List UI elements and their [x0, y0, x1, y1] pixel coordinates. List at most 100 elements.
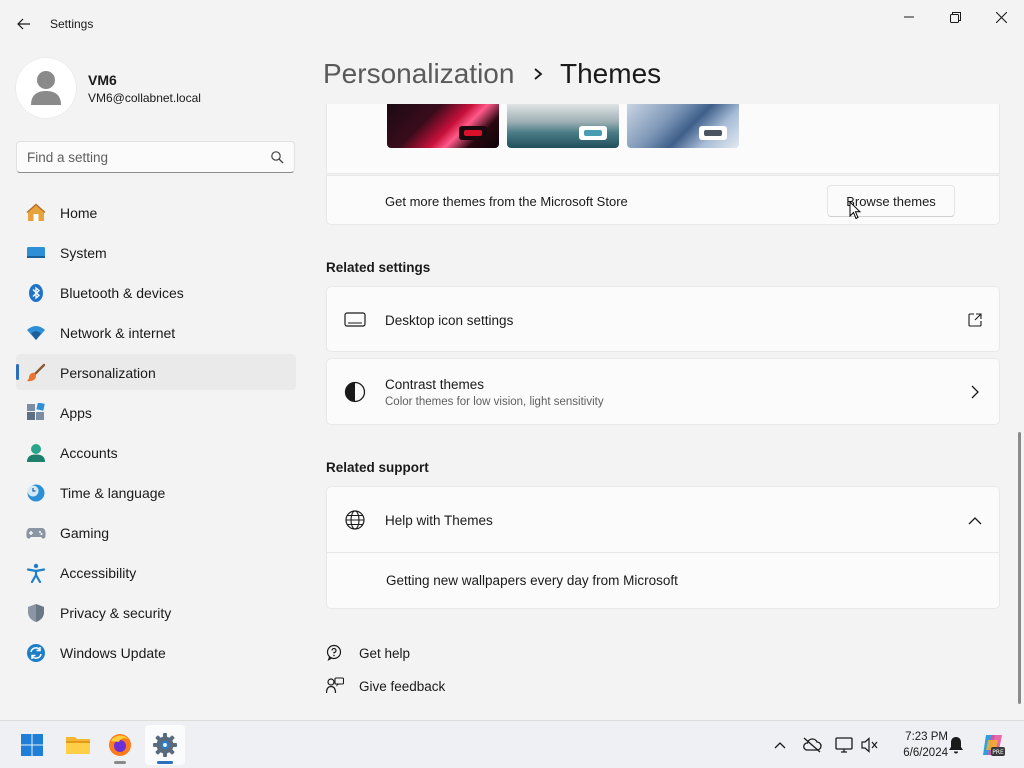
- active-indicator: [157, 761, 173, 764]
- firefox-button[interactable]: [100, 725, 140, 765]
- theme-thumbnail[interactable]: [387, 104, 499, 148]
- sidebar-item-label: Accessibility: [60, 565, 137, 581]
- sidebar-item-bluetooth[interactable]: Bluetooth & devices: [16, 274, 296, 310]
- clock-time: 7:23 PM: [905, 731, 948, 743]
- theme-taskbar-swatch: [459, 126, 487, 140]
- minimize-button[interactable]: [886, 4, 932, 30]
- svg-text:PRE: PRE: [992, 749, 1004, 756]
- contrast-themes-row[interactable]: Contrast themes Color themes for low vis…: [326, 358, 1000, 425]
- sidebar-item-label: System: [60, 245, 107, 261]
- cloud-offline-icon: [803, 737, 822, 753]
- speaker-muted-icon: [861, 737, 878, 753]
- section-title: Related settings: [326, 260, 431, 275]
- row-subtitle: Color themes for low vision, light sensi…: [385, 396, 604, 408]
- file-explorer-button[interactable]: [58, 725, 98, 765]
- clock-date: 6/6/2024: [903, 747, 948, 759]
- sidebar-item-accessibility[interactable]: Accessibility: [16, 554, 296, 590]
- sidebar-item-personalization[interactable]: Personalization: [16, 354, 296, 390]
- folder-icon: [66, 737, 90, 754]
- help-chat-icon: [326, 644, 342, 661]
- chevron-up-icon: [774, 742, 786, 749]
- start-button[interactable]: [12, 725, 52, 765]
- sidebar-item-system[interactable]: System: [16, 234, 296, 270]
- clock-globe-icon: [26, 483, 46, 503]
- help-with-themes-expander[interactable]: Help with Themes: [326, 486, 1000, 553]
- sidebar-item-label: Network & internet: [60, 325, 176, 341]
- sidebar-item-apps[interactable]: Apps: [16, 394, 296, 430]
- firefox-icon: [109, 734, 131, 756]
- chevron-right-icon: [534, 68, 543, 80]
- monitor-icon: [344, 309, 366, 331]
- chevron-up-icon[interactable]: [967, 513, 983, 529]
- sidebar-item-label: Apps: [60, 405, 92, 421]
- windows-logo-icon: [21, 734, 43, 756]
- sidebar-item-label: Accounts: [60, 445, 118, 461]
- close-icon: [995, 11, 1007, 23]
- sidebar-item-label: Home: [60, 205, 98, 221]
- system-icon: [26, 243, 46, 263]
- avatar[interactable]: [16, 58, 76, 118]
- settings-app-button[interactable]: [145, 725, 185, 765]
- copilot-button[interactable]: PRE: [980, 732, 1006, 758]
- taskbar-clock[interactable]: 7:23 PM 6/6/2024: [884, 729, 948, 761]
- app-title: Settings: [50, 17, 94, 31]
- network-tray-button[interactable]: [834, 735, 854, 755]
- accounts-icon: [26, 443, 46, 463]
- give-feedback-label: Give feedback: [359, 679, 446, 694]
- desktop-icon-settings-row[interactable]: Desktop icon settings: [326, 286, 1000, 352]
- browse-themes-button[interactable]: Browse themes: [827, 185, 955, 217]
- copilot-icon: PRE: [983, 735, 1005, 756]
- get-more-themes-row: Get more themes from the Microsoft Store…: [326, 175, 1000, 225]
- title-bar: Settings: [0, 0, 1024, 48]
- sidebar-item-label: Time & language: [60, 485, 166, 501]
- row-title: Desktop icon settings: [385, 313, 514, 328]
- search-icon[interactable]: [270, 150, 284, 164]
- themes-gallery: [326, 104, 1000, 174]
- user-email: VM6@collabnet.local: [88, 91, 201, 105]
- restore-button[interactable]: [932, 4, 978, 30]
- theme-taskbar-swatch: [699, 126, 727, 140]
- wallpapers-link[interactable]: Getting new wallpapers every day from Mi…: [386, 573, 678, 588]
- bell-icon: [949, 737, 963, 754]
- breadcrumb-parent[interactable]: Personalization: [323, 58, 514, 90]
- sidebar-item-label: Privacy & security: [60, 605, 172, 621]
- sidebar-item-accounts[interactable]: Accounts: [16, 434, 296, 470]
- gamepad-icon: [26, 523, 46, 543]
- notifications-button[interactable]: [946, 735, 966, 755]
- sidebar-item-gaming[interactable]: Gaming: [16, 514, 296, 550]
- sidebar-item-network[interactable]: Network & internet: [16, 314, 296, 350]
- get-help-label: Get help: [359, 646, 411, 661]
- help-links-panel: Getting new wallpapers every day from Mi…: [326, 553, 1000, 609]
- minimize-icon: [904, 16, 914, 18]
- sidebar-item-home[interactable]: Home: [16, 194, 296, 230]
- vertical-scrollbar[interactable]: [1018, 432, 1021, 704]
- theme-thumbnail[interactable]: [507, 104, 619, 148]
- wifi-icon: [26, 323, 46, 343]
- taskbar: 7:23 PM 6/6/2024 PRE: [0, 720, 1024, 768]
- back-button[interactable]: [10, 10, 38, 38]
- theme-taskbar-swatch: [579, 126, 607, 140]
- shield-icon: [26, 603, 46, 623]
- close-button[interactable]: [978, 4, 1024, 30]
- search-input[interactable]: [27, 148, 267, 166]
- apps-icon: [26, 403, 46, 423]
- network-monitor-icon: [835, 737, 853, 753]
- feedback-icon: [326, 677, 344, 694]
- sidebar-item-label: Personalization: [60, 365, 156, 381]
- restore-icon: [949, 11, 961, 23]
- onedrive-tray-button[interactable]: [802, 735, 822, 755]
- running-indicator: [114, 761, 126, 764]
- row-title: Help with Themes: [385, 513, 493, 528]
- theme-thumbnail[interactable]: [627, 104, 739, 148]
- volume-tray-button[interactable]: [860, 735, 880, 755]
- home-icon: [26, 203, 46, 223]
- store-text: Get more themes from the Microsoft Store: [385, 194, 628, 209]
- show-hidden-icons-button[interactable]: [770, 735, 790, 755]
- sidebar-item-time-language[interactable]: Time & language: [16, 474, 296, 510]
- update-icon: [26, 643, 46, 663]
- user-name: VM6: [88, 72, 117, 88]
- gear-icon: [153, 733, 177, 757]
- sidebar-item-windows-update[interactable]: Windows Update: [16, 634, 296, 670]
- search-box[interactable]: [16, 141, 295, 173]
- sidebar-item-privacy-security[interactable]: Privacy & security: [16, 594, 296, 630]
